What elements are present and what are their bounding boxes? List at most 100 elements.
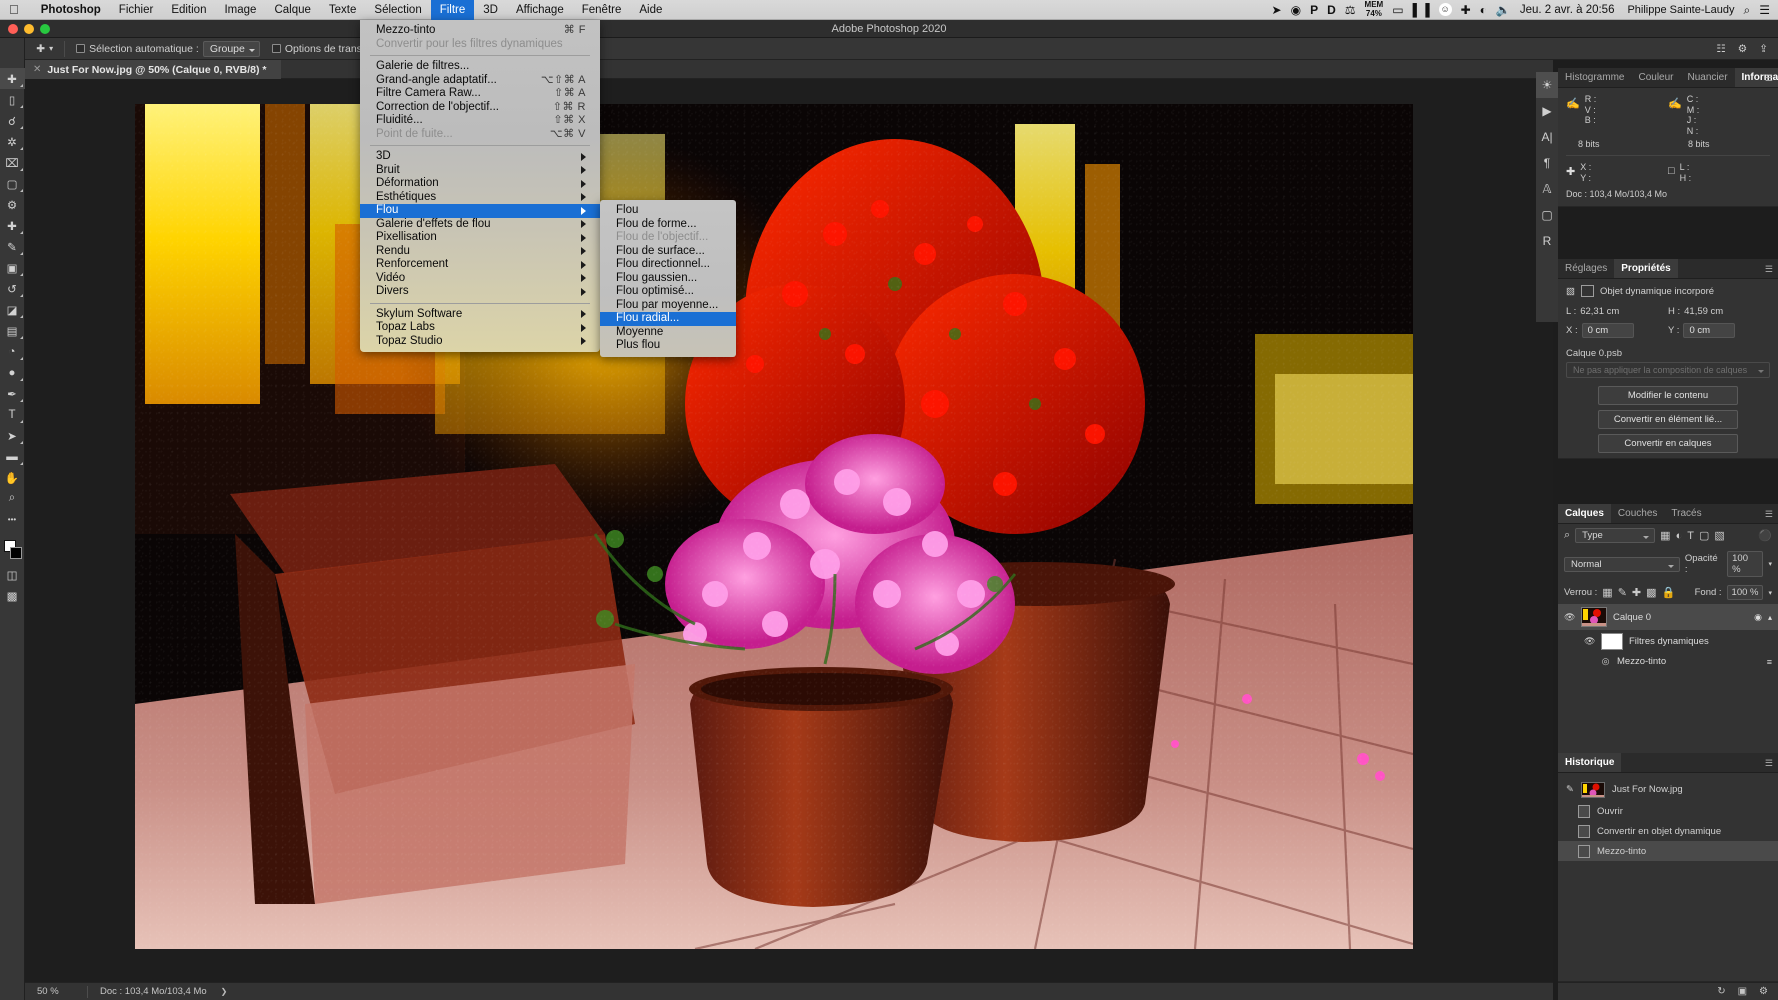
rotate-icon[interactable]: ↻ bbox=[1717, 986, 1725, 997]
color-swatches[interactable] bbox=[0, 538, 25, 564]
tab-couleur[interactable]: Couleur bbox=[1631, 68, 1680, 87]
blur-submenu-item-8[interactable]: Flou radial... bbox=[600, 312, 736, 326]
panel-menu-icon[interactable]: ☰ bbox=[1765, 758, 1773, 769]
paragraph-icon[interactable]: ¶ bbox=[1536, 150, 1558, 176]
history-snapshot-row[interactable]: ✎ Just For Now.jpg bbox=[1558, 778, 1778, 801]
arrange-documents-icon[interactable]: ☷ bbox=[1716, 43, 1725, 55]
play-icon[interactable]: ▶ bbox=[1536, 98, 1558, 124]
tool-type-tool[interactable]: T bbox=[0, 404, 25, 425]
settings-icon[interactable]: ⚙ bbox=[1759, 986, 1768, 997]
history-state-ouvrir[interactable]: Ouvrir bbox=[1558, 801, 1778, 821]
tool-more-tools[interactable]: ••• bbox=[0, 509, 25, 530]
type-filter-icon[interactable]: T bbox=[1687, 530, 1694, 542]
tool-zoom-tool[interactable]: ⌕ bbox=[0, 488, 25, 509]
close-icon[interactable]: ✕ bbox=[33, 64, 41, 75]
eye-icon[interactable]: 👁 bbox=[1584, 636, 1595, 647]
adjustment-filter-icon[interactable]: ◐ bbox=[1676, 530, 1683, 542]
blur-submenu-item-9[interactable]: Moyenne bbox=[600, 326, 736, 340]
history-state-convertir[interactable]: Convertir en objet dynamique bbox=[1558, 821, 1778, 841]
tool-eyedropper-tool[interactable]: ⚙ bbox=[0, 194, 25, 215]
eye-icon[interactable]: 👁 bbox=[1564, 612, 1575, 623]
d-icon[interactable]: D bbox=[1327, 4, 1336, 16]
quick-mask-icon[interactable]: ◫ bbox=[0, 564, 25, 585]
search-icon[interactable]: ⌕ bbox=[1744, 4, 1751, 16]
blur-submenu-item-6[interactable]: Flou optimisé... bbox=[600, 285, 736, 299]
fill-value[interactable]: 100 % bbox=[1727, 585, 1764, 600]
tool-crop-tool[interactable]: ⌧ bbox=[0, 152, 25, 173]
lock-artboard-icon[interactable]: ▩ bbox=[1646, 586, 1656, 599]
thermometer-icon[interactable]: ⚖ bbox=[1345, 4, 1356, 16]
menu-image[interactable]: Image bbox=[215, 0, 265, 20]
menu-selection[interactable]: Sélection bbox=[365, 0, 430, 20]
menu-affichage[interactable]: Affichage bbox=[507, 0, 573, 20]
tab-couches[interactable]: Couches bbox=[1611, 504, 1664, 523]
layer-row-smart-filters[interactable]: 👁 Filtres dynamiques bbox=[1558, 630, 1778, 653]
tool-history-brush-tool[interactable]: ↺ bbox=[0, 278, 25, 299]
bluetooth-icon[interactable]: ✚ bbox=[1461, 4, 1471, 16]
tool-dodge-tool[interactable]: ● bbox=[0, 362, 25, 383]
filter-dropdown-menu[interactable]: Mezzo-tinto⌘ FConvertir pour les filtres… bbox=[360, 20, 600, 352]
filter-menu-item-3[interactable]: Grand-angle adaptatif...⌥⇧⌘ A bbox=[360, 74, 600, 88]
filter-menu-item-13[interactable]: Galerie d'effets de flou bbox=[360, 218, 600, 232]
blur-submenu-item-1[interactable]: Flou de forme... bbox=[600, 218, 736, 232]
menu-3d[interactable]: 3D bbox=[474, 0, 507, 20]
blur-submenu-item-5[interactable]: Flou gaussien... bbox=[600, 272, 736, 286]
chevron-down-icon[interactable]: ▾ bbox=[1768, 560, 1772, 568]
blur-submenu-item-3[interactable]: Flou de surface... bbox=[600, 245, 736, 259]
filter-menu-item-21[interactable]: Topaz Studio bbox=[360, 335, 600, 349]
rotate-view-icon[interactable]: R bbox=[1536, 228, 1558, 254]
auto-select-checkbox[interactable]: Sélection automatique : bbox=[72, 43, 203, 55]
menu-edition[interactable]: Edition bbox=[162, 0, 215, 20]
library-icon[interactable]: ▢ bbox=[1536, 202, 1558, 228]
group-select[interactable]: Groupe bbox=[203, 41, 260, 57]
opacity-value[interactable]: 100 % bbox=[1727, 551, 1763, 577]
filter-menu-item-14[interactable]: Pixellisation bbox=[360, 231, 600, 245]
tab-proprietes[interactable]: Propriétés bbox=[1614, 259, 1677, 278]
panel-menu-icon[interactable]: ☰ bbox=[1765, 264, 1773, 275]
tool-path-select-tool[interactable]: ➤ bbox=[0, 425, 25, 446]
location-icon[interactable]: ➤ bbox=[1272, 4, 1282, 16]
convert-to-layers-button[interactable]: Convertir en calques bbox=[1598, 434, 1738, 453]
filter-menu-item-19[interactable]: Skylum Software bbox=[360, 308, 600, 322]
menu-fichier[interactable]: Fichier bbox=[110, 0, 163, 20]
share-icon[interactable]: ⇪ bbox=[1759, 43, 1768, 55]
control-center-toggle-icon[interactable]: ☰ bbox=[1759, 4, 1770, 16]
menu-filtre[interactable]: Filtre bbox=[431, 0, 475, 20]
menu-photoshop[interactable]: Photoshop bbox=[32, 0, 110, 20]
x-input[interactable]: 0 cm bbox=[1582, 323, 1634, 338]
y-input[interactable]: 0 cm bbox=[1683, 323, 1735, 338]
workspace-switcher-icon[interactable]: ⚙ bbox=[1738, 43, 1747, 55]
layer-row-mezzo-tinto[interactable]: ◎ Mezzo-tinto ≡ bbox=[1558, 653, 1778, 670]
filter-menu-item-11[interactable]: Esthétiques bbox=[360, 191, 600, 205]
layer-comp-select[interactable]: Ne pas appliquer la composition de calqu… bbox=[1566, 362, 1770, 378]
lock-position-icon[interactable]: ✚ bbox=[1632, 586, 1641, 599]
tool-lasso-tool[interactable]: ☌ bbox=[0, 110, 25, 131]
tab-traces[interactable]: Tracés bbox=[1664, 504, 1708, 523]
menu-aide[interactable]: Aide bbox=[630, 0, 671, 20]
filter-menu-item-5[interactable]: Correction de l'objectif...⇧⌘ R bbox=[360, 101, 600, 115]
tab-reglages[interactable]: Réglages bbox=[1558, 259, 1614, 278]
tool-hand-tool[interactable]: ✋ bbox=[0, 467, 25, 488]
panel-menu-icon[interactable]: ☰ bbox=[1765, 73, 1773, 84]
screen-mode-icon[interactable]: ▩ bbox=[0, 585, 25, 606]
menu-texte[interactable]: Texte bbox=[320, 0, 366, 20]
filter-menu-item-2[interactable]: Galerie de filtres... bbox=[360, 60, 600, 74]
menu-calque[interactable]: Calque bbox=[265, 0, 319, 20]
background-color-swatch[interactable] bbox=[10, 547, 22, 559]
move-tool-icon[interactable]: ✚ ▾ bbox=[32, 43, 57, 55]
filter-menu-item-12[interactable]: Flou bbox=[360, 204, 600, 218]
wifi-icon[interactable]: ◐ bbox=[1480, 4, 1487, 16]
volume-icon[interactable]: 🔈 bbox=[1496, 4, 1511, 16]
text-ai-icon[interactable]: A| bbox=[1536, 124, 1558, 150]
memory-indicator[interactable]: MEM 74% bbox=[1365, 1, 1384, 18]
glyphs-icon[interactable]: 𝔸 bbox=[1536, 176, 1558, 202]
filter-menu-item-15[interactable]: Rendu bbox=[360, 245, 600, 259]
p-icon[interactable]: P bbox=[1310, 4, 1318, 16]
tool-brush-tool[interactable]: ✎ bbox=[0, 236, 25, 257]
filter-menu-item-0[interactable]: Mezzo-tinto⌘ F bbox=[360, 24, 600, 38]
document-image[interactable] bbox=[135, 104, 1413, 949]
date-time[interactable]: Jeu. 2 avr. à 20:56 bbox=[1520, 4, 1615, 16]
layer-row-calque-0[interactable]: 👁 Calque 0 ◉ ▴ bbox=[1558, 604, 1778, 630]
tool-pen-tool[interactable]: ✒ bbox=[0, 383, 25, 404]
filter-menu-item-20[interactable]: Topaz Labs bbox=[360, 321, 600, 335]
